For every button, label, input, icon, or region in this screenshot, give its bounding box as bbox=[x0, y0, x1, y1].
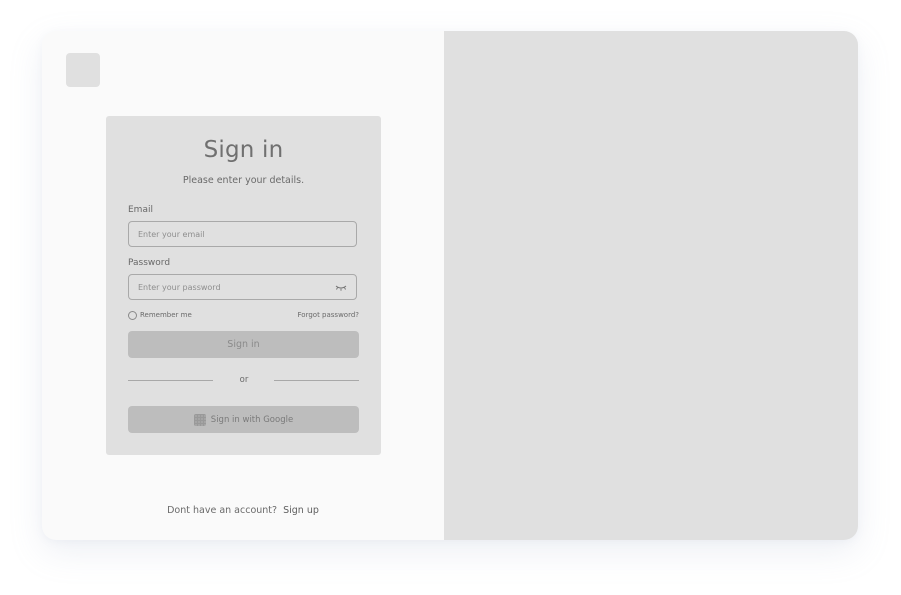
logo bbox=[66, 53, 100, 87]
page-subtitle: Please enter your details. bbox=[182, 175, 305, 186]
signup-prompt: Dont have an account? bbox=[167, 505, 278, 516]
signup-row: Dont have an account? Sign up bbox=[42, 505, 444, 516]
divider-line-left bbox=[128, 380, 213, 381]
google-signin-button[interactable]: Sign in with Google bbox=[128, 406, 359, 433]
google-signin-label: Sign in with Google bbox=[210, 414, 294, 425]
password-field-wrapper bbox=[128, 274, 357, 300]
signup-link[interactable]: Sign up bbox=[283, 505, 319, 516]
remember-checkbox[interactable] bbox=[128, 310, 137, 320]
eye-closed-icon[interactable] bbox=[335, 282, 347, 292]
signin-button[interactable]: Sign in bbox=[128, 331, 359, 358]
remember-label: Remember me bbox=[140, 311, 192, 319]
email-field[interactable] bbox=[129, 222, 356, 246]
divider-or: or bbox=[239, 375, 249, 385]
password-field[interactable] bbox=[129, 275, 356, 299]
hero-panel bbox=[444, 31, 858, 540]
forgot-password-link[interactable]: Forgot password? bbox=[298, 311, 359, 319]
divider-line-right bbox=[274, 380, 359, 381]
remember-me[interactable]: Remember me bbox=[128, 310, 192, 320]
app-frame: Sign in Please enter your details. Email… bbox=[42, 31, 858, 540]
google-icon bbox=[193, 413, 206, 426]
email-label: Email bbox=[128, 205, 153, 215]
password-label: Password bbox=[128, 258, 171, 268]
page-title: Sign in bbox=[203, 137, 284, 163]
signin-card: Sign in Please enter your details. Email… bbox=[106, 116, 381, 455]
email-field-wrapper bbox=[128, 221, 357, 247]
